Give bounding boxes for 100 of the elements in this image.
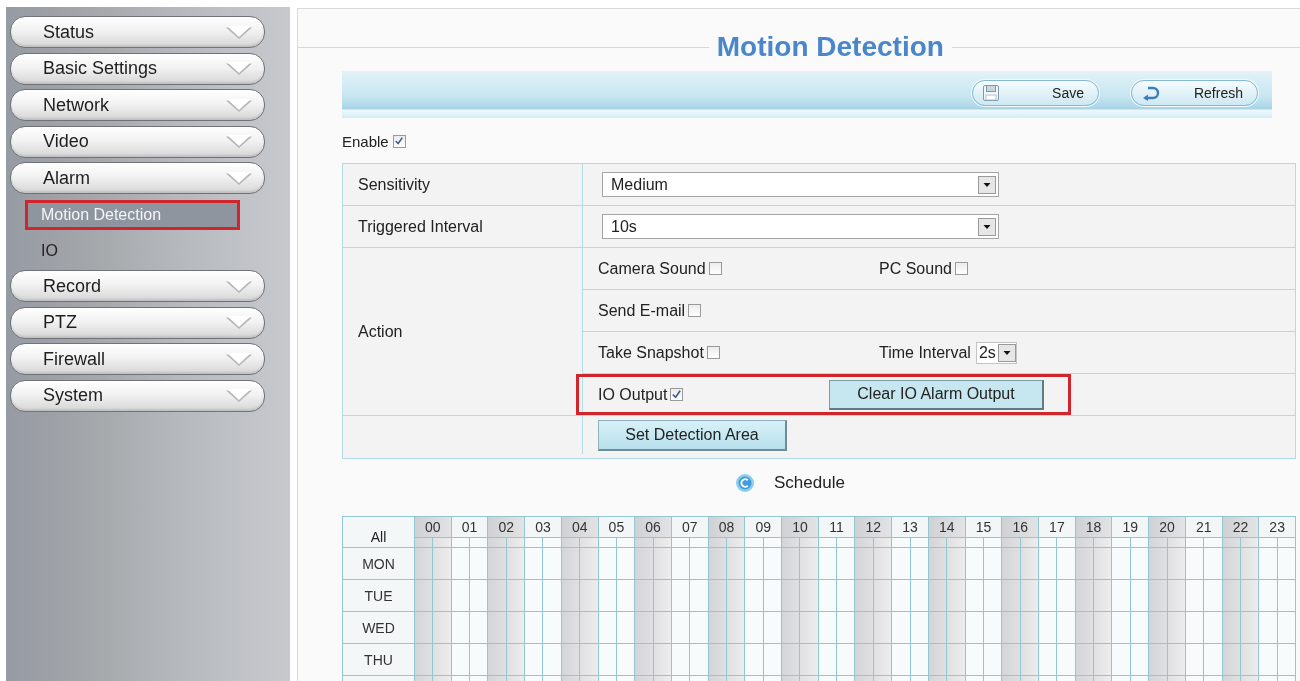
schedule-slot[interactable] <box>1222 538 1240 547</box>
schedule-slot[interactable] <box>451 548 470 579</box>
hour-label[interactable]: 20 <box>1149 517 1185 537</box>
day-label[interactable]: THU <box>343 644 414 675</box>
schedule-slot[interactable] <box>415 548 433 579</box>
schedule-slot[interactable] <box>1020 612 1039 643</box>
hour-label[interactable]: 09 <box>745 517 782 537</box>
hour-label[interactable]: 14 <box>928 517 965 537</box>
schedule-slot[interactable] <box>965 612 983 643</box>
schedule-slot[interactable] <box>1002 612 1020 643</box>
schedule-slot[interactable] <box>1112 644 1130 675</box>
schedule-slot[interactable] <box>910 548 928 579</box>
schedule-slot[interactable] <box>671 644 690 675</box>
menu-item[interactable]: Video <box>10 125 265 158</box>
schedule-slot[interactable] <box>488 644 506 675</box>
schedule-slot[interactable] <box>598 538 616 547</box>
hour-label[interactable]: 03 <box>525 517 561 537</box>
schedule-slot[interactable] <box>745 612 763 643</box>
hour-label[interactable]: 17 <box>1039 517 1075 537</box>
schedule-slot[interactable] <box>1039 548 1057 579</box>
schedule-slot[interactable] <box>470 538 488 547</box>
schedule-slot[interactable] <box>1057 548 1075 579</box>
schedule-slot[interactable] <box>580 612 598 643</box>
schedule-slot[interactable] <box>1240 538 1259 547</box>
schedule-slot[interactable] <box>837 612 855 643</box>
schedule-slot[interactable] <box>727 548 745 579</box>
schedule-slot[interactable] <box>1222 644 1240 675</box>
dropdown[interactable]: 10s <box>602 214 999 239</box>
schedule-slot[interactable] <box>561 548 580 579</box>
schedule-slot[interactable] <box>1185 612 1204 643</box>
schedule-slot[interactable] <box>892 644 910 675</box>
schedule-slot[interactable] <box>561 644 580 675</box>
schedule-slot[interactable] <box>1204 548 1222 579</box>
schedule-slot[interactable] <box>451 612 470 643</box>
schedule-slot[interactable] <box>727 644 745 675</box>
schedule-slot[interactable] <box>965 580 983 611</box>
schedule-slot[interactable] <box>470 580 488 611</box>
schedule-slot[interactable] <box>745 548 763 579</box>
schedule-slot[interactable] <box>580 548 598 579</box>
schedule-slot[interactable] <box>1185 538 1204 547</box>
schedule-slot[interactable] <box>470 612 488 643</box>
schedule-slot[interactable] <box>910 580 928 611</box>
schedule-slot[interactable] <box>433 612 451 643</box>
schedule-slot[interactable] <box>1112 580 1130 611</box>
schedule-slot[interactable] <box>671 580 690 611</box>
schedule-slot[interactable] <box>818 644 837 675</box>
schedule-slot[interactable] <box>580 580 598 611</box>
schedule-slot[interactable] <box>727 538 745 547</box>
schedule-slot[interactable] <box>928 580 947 611</box>
schedule-slot[interactable] <box>543 548 561 579</box>
checkbox[interactable] <box>670 388 684 401</box>
schedule-slot[interactable] <box>506 538 525 547</box>
schedule-slot[interactable] <box>433 580 451 611</box>
schedule-slot[interactable] <box>525 644 543 675</box>
schedule-slot[interactable] <box>598 612 616 643</box>
menu-item[interactable]: Record <box>10 270 265 302</box>
schedule-slot[interactable] <box>763 548 782 579</box>
schedule-slot[interactable] <box>1130 644 1149 675</box>
hour-label[interactable]: 07 <box>671 517 708 537</box>
schedule-slot[interactable] <box>488 612 506 643</box>
schedule-slot[interactable] <box>837 644 855 675</box>
schedule-slot[interactable] <box>1222 580 1240 611</box>
schedule-slot[interactable] <box>671 538 690 547</box>
schedule-slot[interactable] <box>727 612 745 643</box>
schedule-slot[interactable] <box>1204 612 1222 643</box>
schedule-slot[interactable] <box>873 538 892 547</box>
schedule-slot[interactable] <box>855 644 873 675</box>
schedule-slot[interactable] <box>1094 580 1112 611</box>
schedule-slot[interactable] <box>892 538 910 547</box>
schedule-slot[interactable] <box>561 538 580 547</box>
schedule-slot[interactable] <box>1259 612 1277 643</box>
schedule-slot[interactable] <box>525 548 543 579</box>
schedule-slot[interactable] <box>965 644 983 675</box>
hour-label[interactable]: 16 <box>1002 517 1039 537</box>
hour-label[interactable]: 02 <box>488 517 525 537</box>
schedule-slot[interactable] <box>855 580 873 611</box>
schedule-slot[interactable] <box>1020 548 1039 579</box>
schedule-slot[interactable] <box>1204 538 1222 547</box>
schedule-slot[interactable] <box>1149 580 1167 611</box>
schedule-slot[interactable] <box>671 612 690 643</box>
hour-label[interactable]: 23 <box>1259 517 1295 537</box>
schedule-slot[interactable] <box>1277 548 1295 579</box>
schedule-slot[interactable] <box>1167 644 1185 675</box>
schedule-slot[interactable] <box>1057 644 1075 675</box>
schedule-slot[interactable] <box>1240 612 1259 643</box>
hour-label[interactable]: 19 <box>1112 517 1149 537</box>
schedule-slot[interactable] <box>1130 538 1149 547</box>
schedule-slot[interactable] <box>1167 548 1185 579</box>
schedule-slot[interactable] <box>1112 538 1130 547</box>
schedule-slot[interactable] <box>1185 580 1204 611</box>
schedule-slot[interactable] <box>855 538 873 547</box>
menu-subitem[interactable]: IO <box>25 236 240 266</box>
menu-item[interactable]: Network <box>10 89 265 121</box>
detection-area-button[interactable]: Set Detection Area <box>598 419 787 451</box>
schedule-slot[interactable] <box>433 538 451 547</box>
schedule-slot[interactable] <box>1075 548 1094 579</box>
schedule-slot[interactable] <box>1167 612 1185 643</box>
schedule-slot[interactable] <box>506 548 525 579</box>
schedule-slot[interactable] <box>947 612 965 643</box>
schedule-slot[interactable] <box>690 580 708 611</box>
